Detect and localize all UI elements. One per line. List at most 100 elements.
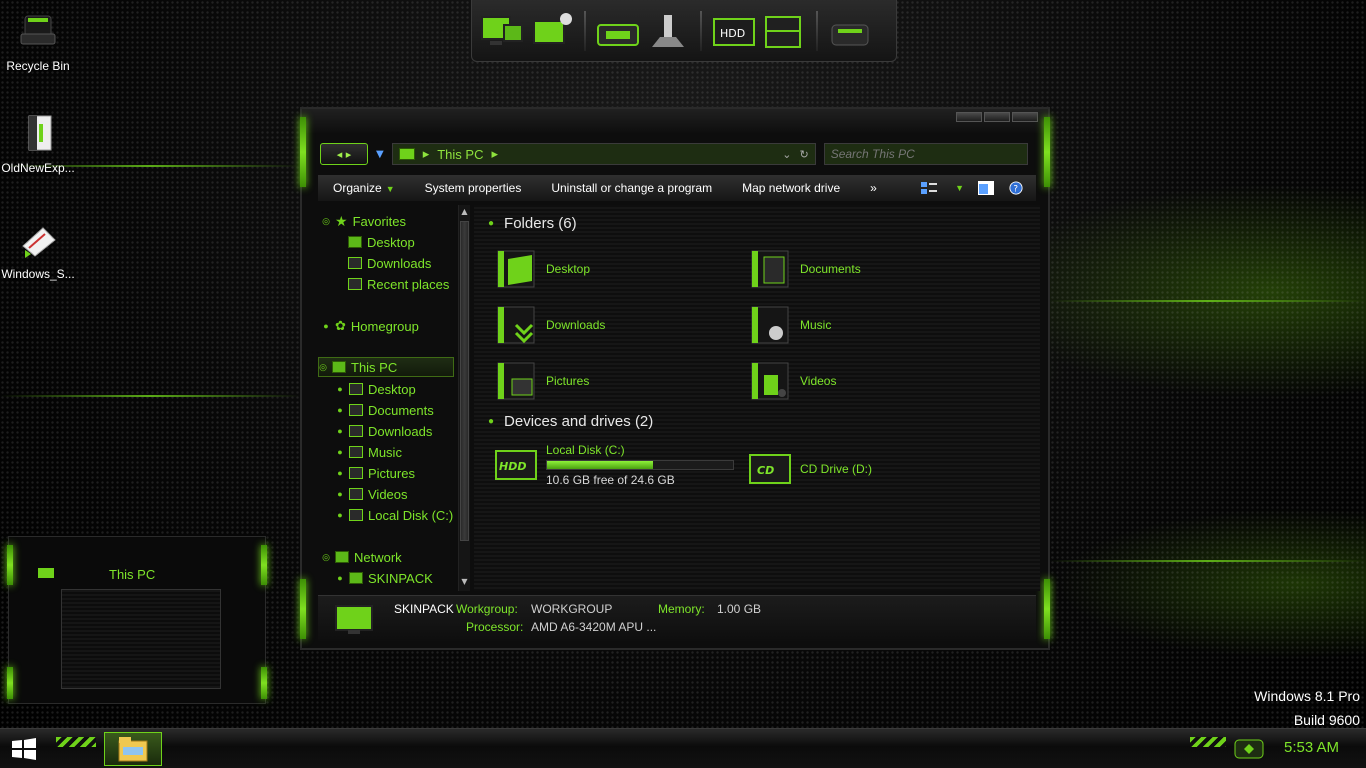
workgroup-label: Workgroup:: [456, 602, 518, 616]
file-explorer-icon: [118, 737, 148, 762]
computer-name: SKINPACK: [394, 602, 454, 616]
drive-local-disk[interactable]: HDD Local Disk (C:) 10.6 GB free of 24.6…: [494, 443, 734, 487]
uninstall-program-button[interactable]: Uninstall or change a program: [536, 181, 727, 195]
map-network-drive-button[interactable]: Map network drive: [727, 181, 855, 195]
dock-cube[interactable]: [762, 9, 806, 53]
drive-cd[interactable]: CD CD Drive (D:): [748, 447, 872, 491]
back-forward-button[interactable]: ◂ ▸: [320, 143, 368, 165]
nav-this-pc[interactable]: ◎ This PC: [318, 357, 454, 377]
nav-label: Pictures: [368, 465, 415, 481]
minimize-button[interactable]: [956, 112, 982, 122]
windows-start-icon[interactable]: [10, 737, 38, 761]
address-bar[interactable]: ▸ This PC ▸ ⌄ ↻: [391, 143, 816, 165]
bullet-icon: ●: [337, 426, 343, 436]
address-chevron-icon: ▸: [422, 146, 430, 161]
dock-monitors[interactable]: [480, 9, 524, 53]
refresh-icon[interactable]: ↻: [799, 148, 808, 161]
more-commands-button[interactable]: »: [855, 181, 892, 195]
scroll-thumb[interactable]: [460, 221, 469, 541]
view-options-icon[interactable]: [921, 181, 938, 195]
view-dropdown-icon[interactable]: ▼: [955, 183, 964, 193]
nav-pc-music[interactable]: ● Music: [336, 442, 402, 462]
folder-desktop[interactable]: Desktop: [494, 247, 590, 291]
nav-pc-pictures[interactable]: ● Pictures: [336, 463, 415, 483]
os-watermark: Windows 8.1 Pro Build 9600: [1254, 684, 1360, 732]
workgroup-value: WORKGROUP: [531, 602, 613, 616]
bullet-icon: ●: [337, 405, 343, 415]
navigation-bar: ◂ ▸ ▼ ▸ This PC ▸ ⌄ ↻: [320, 141, 1032, 167]
folders-group-header[interactable]: ● Folders (6): [488, 215, 577, 232]
desktop-icon-label: Recycle Bin: [6, 59, 70, 73]
music-folder-icon: [349, 446, 363, 458]
address-dropdown-icon[interactable]: ⌄: [782, 148, 791, 161]
dock-device[interactable]: [828, 9, 872, 53]
close-button[interactable]: [1012, 112, 1038, 122]
expand-icon[interactable]: ◎: [319, 362, 327, 373]
drives-group-header[interactable]: ● Devices and drives (2): [488, 413, 653, 430]
preview-pane-icon[interactable]: [978, 181, 994, 195]
processor-label: Processor:: [466, 620, 524, 634]
nav-fav-downloads[interactable]: Downloads: [348, 253, 431, 273]
nav-homegroup[interactable]: ● ✿ Homegroup: [322, 316, 419, 336]
dock-joystick[interactable]: [646, 9, 690, 53]
recent-locations-dropdown[interactable]: ▼: [376, 149, 384, 160]
scroll-up-icon[interactable]: ▲: [459, 207, 470, 219]
window-edge-right: [1044, 117, 1050, 187]
desktop-icon-windows-script[interactable]: Windows_S...: [0, 220, 76, 281]
navigation-pane: ◎ ★ Favorites Desktop Downloads Recent p…: [318, 205, 458, 591]
folder-label: Videos: [800, 374, 837, 388]
folder-pictures[interactable]: Pictures: [494, 359, 589, 403]
nav-scrollbar[interactable]: ▲ ▼: [458, 205, 470, 591]
folder-videos[interactable]: Videos: [748, 359, 836, 403]
joystick-icon: [652, 14, 684, 47]
dock-separator: [700, 10, 702, 51]
nav-net-skinpack[interactable]: ● SKINPACK: [336, 568, 433, 588]
dock-monitors-2[interactable]: [530, 9, 574, 53]
maximize-button[interactable]: [984, 112, 1010, 122]
folder-music[interactable]: Music: [748, 303, 831, 347]
folder-documents[interactable]: Documents: [748, 247, 861, 291]
nav-label: Downloads: [368, 423, 433, 439]
nav-pc-documents[interactable]: ● Documents: [336, 400, 433, 420]
expand-icon[interactable]: ◎: [322, 552, 330, 563]
homegroup-icon: ✿: [335, 318, 346, 333]
device-icon: [831, 24, 869, 45]
taskbar-stripe-decoration: [56, 737, 96, 747]
system-properties-button[interactable]: System properties: [410, 181, 537, 195]
title-bar[interactable]: [302, 109, 1048, 133]
window-edge-left-bottom: [300, 579, 306, 639]
dock-hdd[interactable]: HDD: [712, 9, 756, 53]
show-hidden-icons-icon[interactable]: [1234, 739, 1264, 759]
star-icon: ★: [335, 212, 348, 229]
dock-hardware[interactable]: [596, 9, 640, 53]
nav-pc-desktop[interactable]: ● Desktop: [336, 379, 415, 399]
nav-pc-videos[interactable]: ● Videos: [336, 484, 407, 504]
music-folder-icon: [751, 306, 789, 344]
nav-label: Homegroup: [350, 318, 419, 334]
desktop-icon-recycle-bin[interactable]: Recycle Bin: [0, 12, 76, 73]
taskbar-thumbnail-preview[interactable]: This PC: [7, 536, 267, 704]
search-input[interactable]: [823, 143, 1028, 165]
nav-network[interactable]: ◎ Network: [322, 547, 402, 567]
command-bar: Organize ▼ System properties Uninstall or…: [318, 175, 1036, 201]
monitors-icon: [533, 12, 572, 44]
nav-pc-downloads[interactable]: ● Downloads: [336, 421, 432, 441]
taskbar-clock[interactable]: 5:53 AM: [1284, 739, 1339, 756]
folder-downloads[interactable]: Downloads: [494, 303, 605, 347]
svg-text:?: ?: [1013, 185, 1018, 195]
nav-fav-recent[interactable]: Recent places: [348, 274, 449, 294]
help-icon[interactable]: ?: [1008, 181, 1024, 195]
organize-label: Organize: [333, 181, 382, 195]
expand-icon[interactable]: ◎: [322, 216, 330, 227]
bullet-icon: ●: [337, 489, 343, 499]
nav-pc-local-disk[interactable]: ● Local Disk (C:): [336, 505, 453, 525]
drive-usage-fill: [547, 461, 654, 469]
nav-favorites[interactable]: ◎ ★ Favorites: [322, 211, 406, 231]
taskbar-stripe-decoration: [1190, 737, 1226, 747]
desktop-icon-oldnewexplorer[interactable]: OldNewExp...: [0, 114, 76, 175]
nav-label: Local Disk (C:): [368, 507, 454, 523]
scroll-down-icon[interactable]: ▼: [459, 577, 470, 589]
organize-button[interactable]: Organize ▼: [318, 181, 410, 195]
taskbar-file-explorer[interactable]: [104, 732, 162, 766]
nav-fav-desktop[interactable]: Desktop: [348, 232, 415, 252]
